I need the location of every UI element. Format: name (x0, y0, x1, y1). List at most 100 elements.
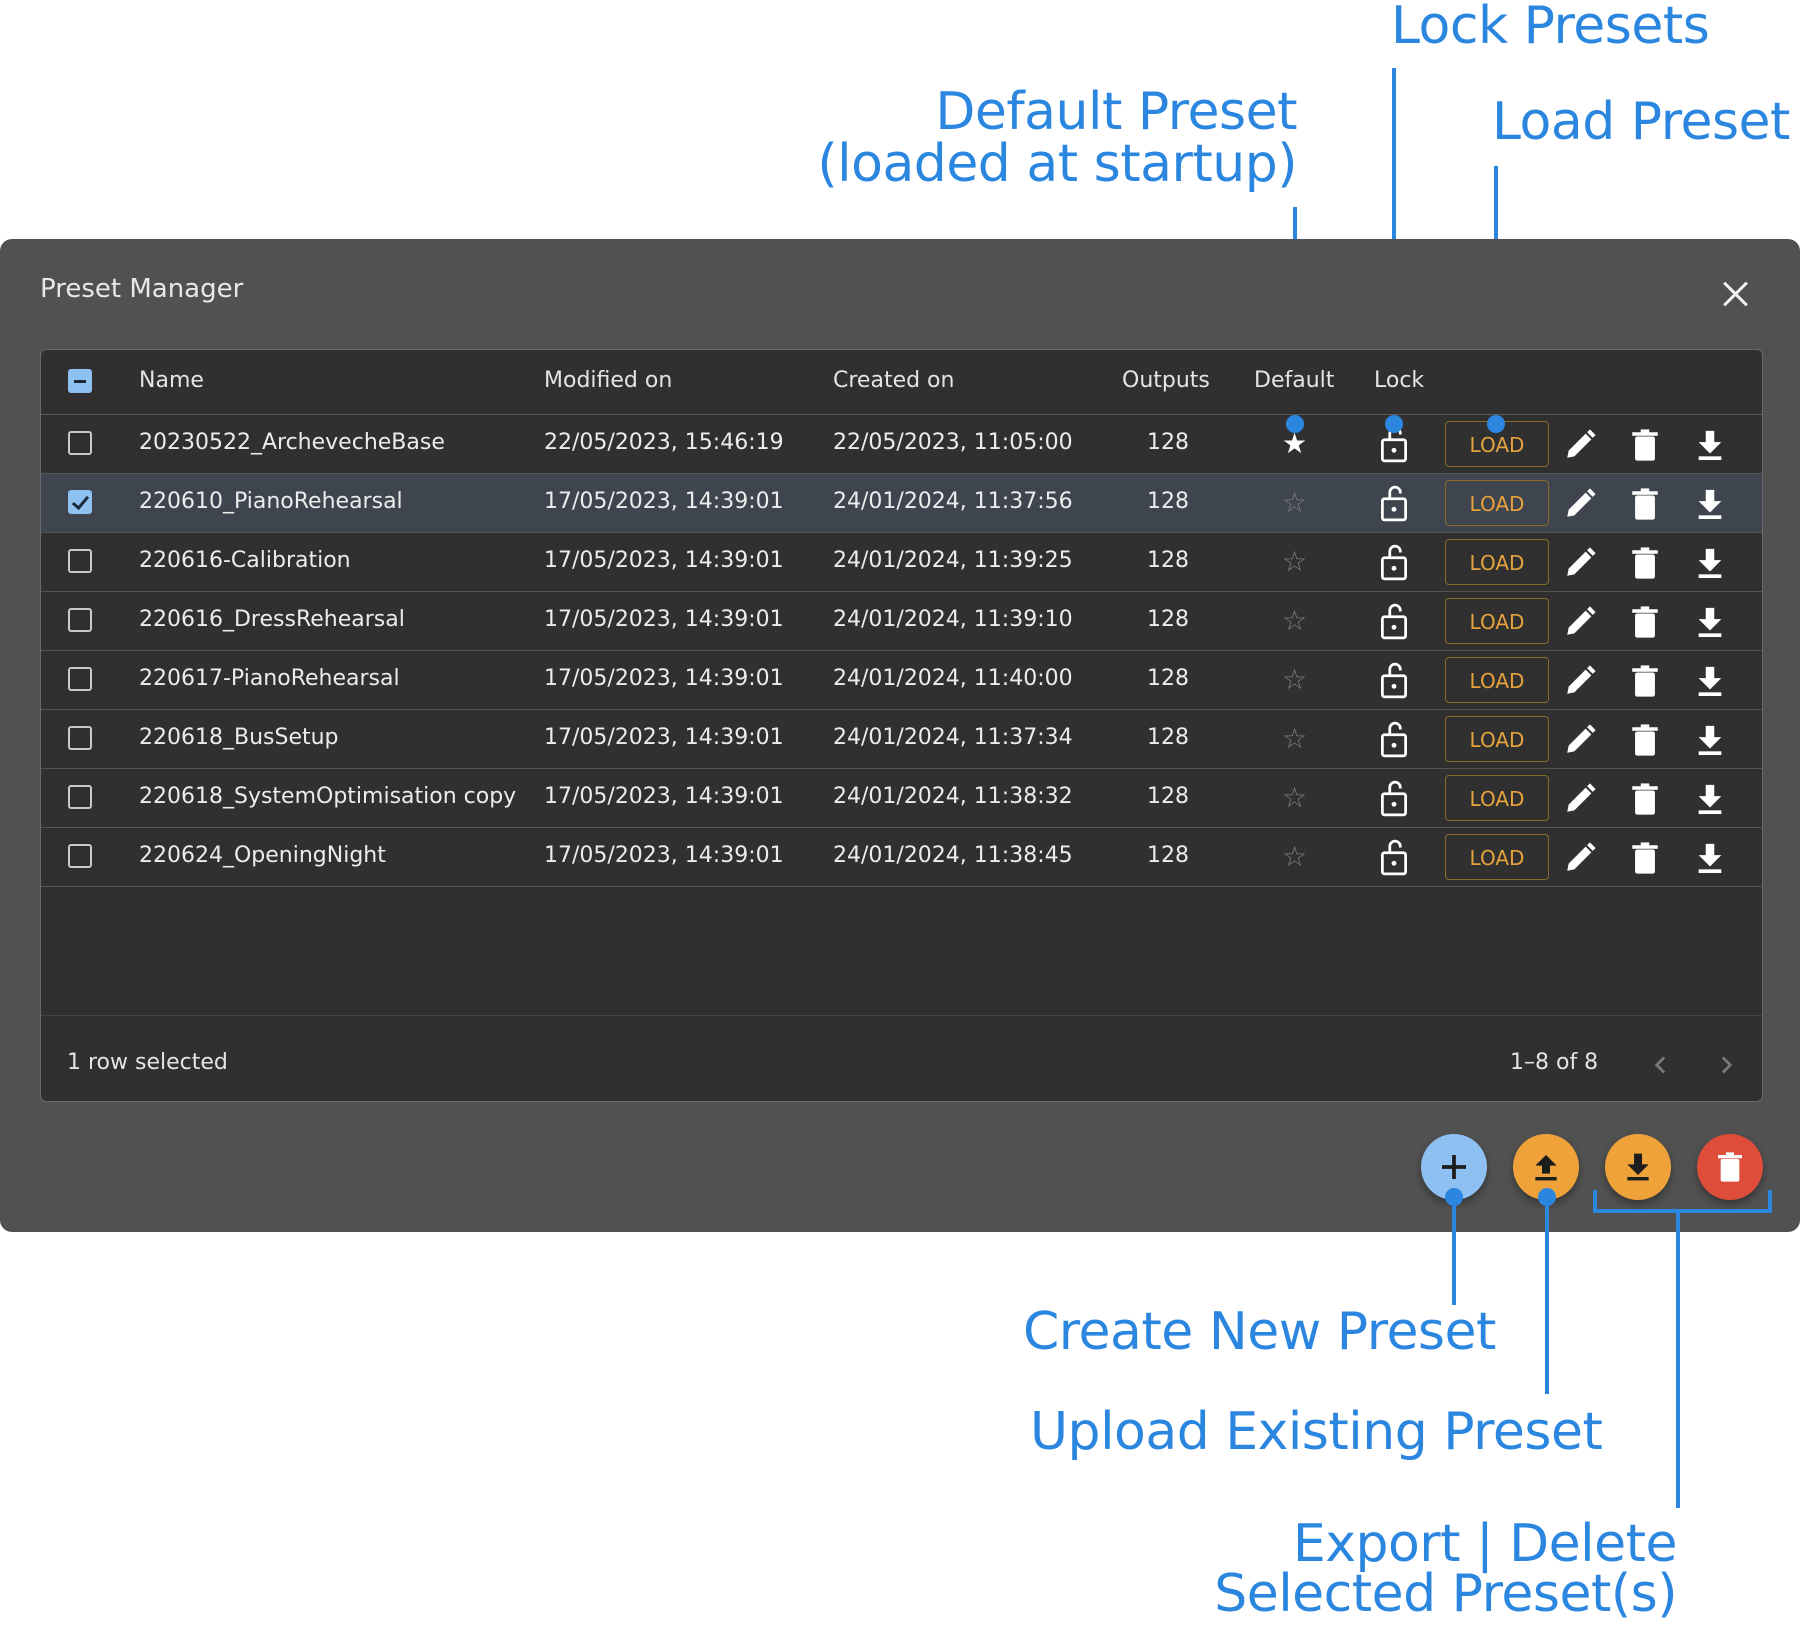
lock-open-icon[interactable] (1380, 838, 1408, 876)
column-header-outputs[interactable]: Outputs (1122, 368, 1210, 393)
dialog-title: Preset Manager (40, 274, 244, 304)
download-icon[interactable] (1693, 605, 1727, 639)
download-icon[interactable] (1693, 841, 1727, 875)
download-icon[interactable] (1693, 782, 1727, 816)
row-checkbox[interactable] (68, 844, 92, 868)
row-checkbox[interactable] (68, 726, 92, 750)
cell-modified: 17/05/2023, 14:39:01 (544, 489, 784, 514)
column-header-lock[interactable]: Lock (1374, 368, 1424, 393)
cell-name: 220616-Calibration (139, 548, 351, 573)
row-checkbox[interactable] (68, 490, 92, 514)
trash-icon[interactable] (1628, 487, 1662, 521)
annotation-default-line1: Default Preset (935, 82, 1297, 142)
lock-open-icon[interactable] (1380, 661, 1408, 699)
table-row[interactable]: 220618_BusSetup 17/05/2023, 14:39:01 24/01… (41, 710, 1762, 769)
annotation-export-delete-line2: Selected Preset(s) (1214, 1564, 1677, 1624)
star-outline-icon[interactable]: ☆ (1282, 840, 1307, 873)
edit-icon[interactable] (1563, 605, 1597, 639)
cell-outputs: 128 (1147, 430, 1189, 455)
download-icon[interactable] (1693, 487, 1727, 521)
select-all-checkbox[interactable] (68, 369, 92, 393)
table-row[interactable]: 220610_PianoRehearsal 17/05/2023, 14:39:0… (41, 474, 1762, 533)
download-icon[interactable] (1693, 546, 1727, 580)
cell-name: 220618_SystemOptimisation copy (139, 784, 517, 809)
annotation-default-preset: Default Preset (loaded at startup) (0, 86, 1297, 190)
trash-icon[interactable] (1628, 723, 1662, 757)
cell-name: 220617-PianoRehearsal (139, 666, 400, 691)
cell-created: 24/01/2024, 11:38:32 (833, 784, 1073, 809)
star-outline-icon[interactable]: ☆ (1282, 486, 1307, 519)
lock-open-icon[interactable] (1380, 720, 1408, 758)
load-button[interactable]: LOAD (1445, 539, 1549, 585)
cell-outputs: 128 (1147, 489, 1189, 514)
edit-icon[interactable] (1563, 428, 1597, 462)
pointer-dot-default (1286, 415, 1304, 433)
column-header-modified[interactable]: Modified on (544, 368, 672, 393)
chevron-left-icon (1654, 1056, 1666, 1074)
star-outline-icon[interactable]: ☆ (1282, 604, 1307, 637)
pointer-dot-upload (1538, 1188, 1556, 1206)
chevron-right-icon (1721, 1056, 1733, 1074)
load-button[interactable]: LOAD (1445, 657, 1549, 703)
load-button[interactable]: LOAD (1445, 480, 1549, 526)
load-button[interactable]: LOAD (1445, 775, 1549, 821)
row-checkbox[interactable] (68, 667, 92, 691)
edit-icon[interactable] (1563, 782, 1597, 816)
previous-page-button[interactable] (1648, 1052, 1674, 1078)
table-row[interactable]: 220617-PianoRehearsal 17/05/2023, 14:39:0… (41, 651, 1762, 710)
table-row[interactable]: 220618_SystemOptimisation copy 17/05/2023… (41, 769, 1762, 828)
cell-created: 24/01/2024, 11:39:25 (833, 548, 1073, 573)
load-button[interactable]: LOAD (1445, 834, 1549, 880)
cell-modified: 17/05/2023, 14:39:01 (544, 666, 784, 691)
cell-created: 24/01/2024, 11:38:45 (833, 843, 1073, 868)
lock-open-icon[interactable] (1380, 484, 1408, 522)
cell-outputs: 128 (1147, 548, 1189, 573)
download-icon (1627, 1153, 1649, 1181)
table-row[interactable]: 220616-Calibration 17/05/2023, 14:39:01 24… (41, 533, 1762, 592)
table-row[interactable]: 220624_OpeningNight 17/05/2023, 14:39:01 2… (41, 828, 1762, 887)
delete-selected-button[interactable] (1697, 1134, 1763, 1200)
star-outline-icon[interactable]: ☆ (1282, 663, 1307, 696)
star-outline-icon[interactable]: ☆ (1282, 781, 1307, 814)
column-header-created[interactable]: Created on (833, 368, 954, 393)
trash-icon[interactable] (1628, 841, 1662, 875)
edit-icon[interactable] (1563, 723, 1597, 757)
trash-icon[interactable] (1628, 605, 1662, 639)
cell-created: 24/01/2024, 11:40:00 (833, 666, 1073, 691)
pointer-line-upload (1545, 1192, 1549, 1394)
close-button[interactable] (1718, 276, 1754, 312)
export-selected-button[interactable] (1605, 1134, 1671, 1200)
pointer-dot-load (1487, 415, 1505, 433)
edit-icon[interactable] (1563, 546, 1597, 580)
next-page-button[interactable] (1713, 1052, 1739, 1078)
load-button[interactable]: LOAD (1445, 716, 1549, 762)
trash-icon (1718, 1152, 1742, 1182)
edit-icon[interactable] (1563, 487, 1597, 521)
edit-icon[interactable] (1563, 841, 1597, 875)
trash-icon[interactable] (1628, 664, 1662, 698)
star-outline-icon[interactable]: ☆ (1282, 722, 1307, 755)
download-icon[interactable] (1693, 723, 1727, 757)
download-icon[interactable] (1693, 428, 1727, 462)
column-header-name[interactable]: Name (139, 368, 204, 393)
edit-icon[interactable] (1563, 664, 1597, 698)
row-checkbox[interactable] (68, 785, 92, 809)
column-header-default[interactable]: Default (1254, 368, 1334, 393)
row-checkbox[interactable] (68, 431, 92, 455)
lock-open-icon[interactable] (1380, 602, 1408, 640)
trash-icon[interactable] (1628, 428, 1662, 462)
download-icon[interactable] (1693, 664, 1727, 698)
table-row[interactable]: 220616_DressRehearsal 17/05/2023, 14:39:0… (41, 592, 1762, 651)
selection-status: 1 row selected (67, 1050, 228, 1075)
lock-open-icon[interactable] (1380, 543, 1408, 581)
cell-created: 24/01/2024, 11:37:34 (833, 725, 1073, 750)
row-checkbox[interactable] (68, 608, 92, 632)
row-checkbox[interactable] (68, 549, 92, 573)
load-button[interactable]: LOAD (1445, 598, 1549, 644)
lock-open-icon[interactable] (1380, 779, 1408, 817)
annotation-upload-existing-preset: Upload Existing Preset (1030, 1402, 1603, 1462)
trash-icon[interactable] (1628, 782, 1662, 816)
star-outline-icon[interactable]: ☆ (1282, 545, 1307, 578)
trash-icon[interactable] (1628, 546, 1662, 580)
annotation-lock-presets: Lock Presets (1391, 0, 1710, 56)
